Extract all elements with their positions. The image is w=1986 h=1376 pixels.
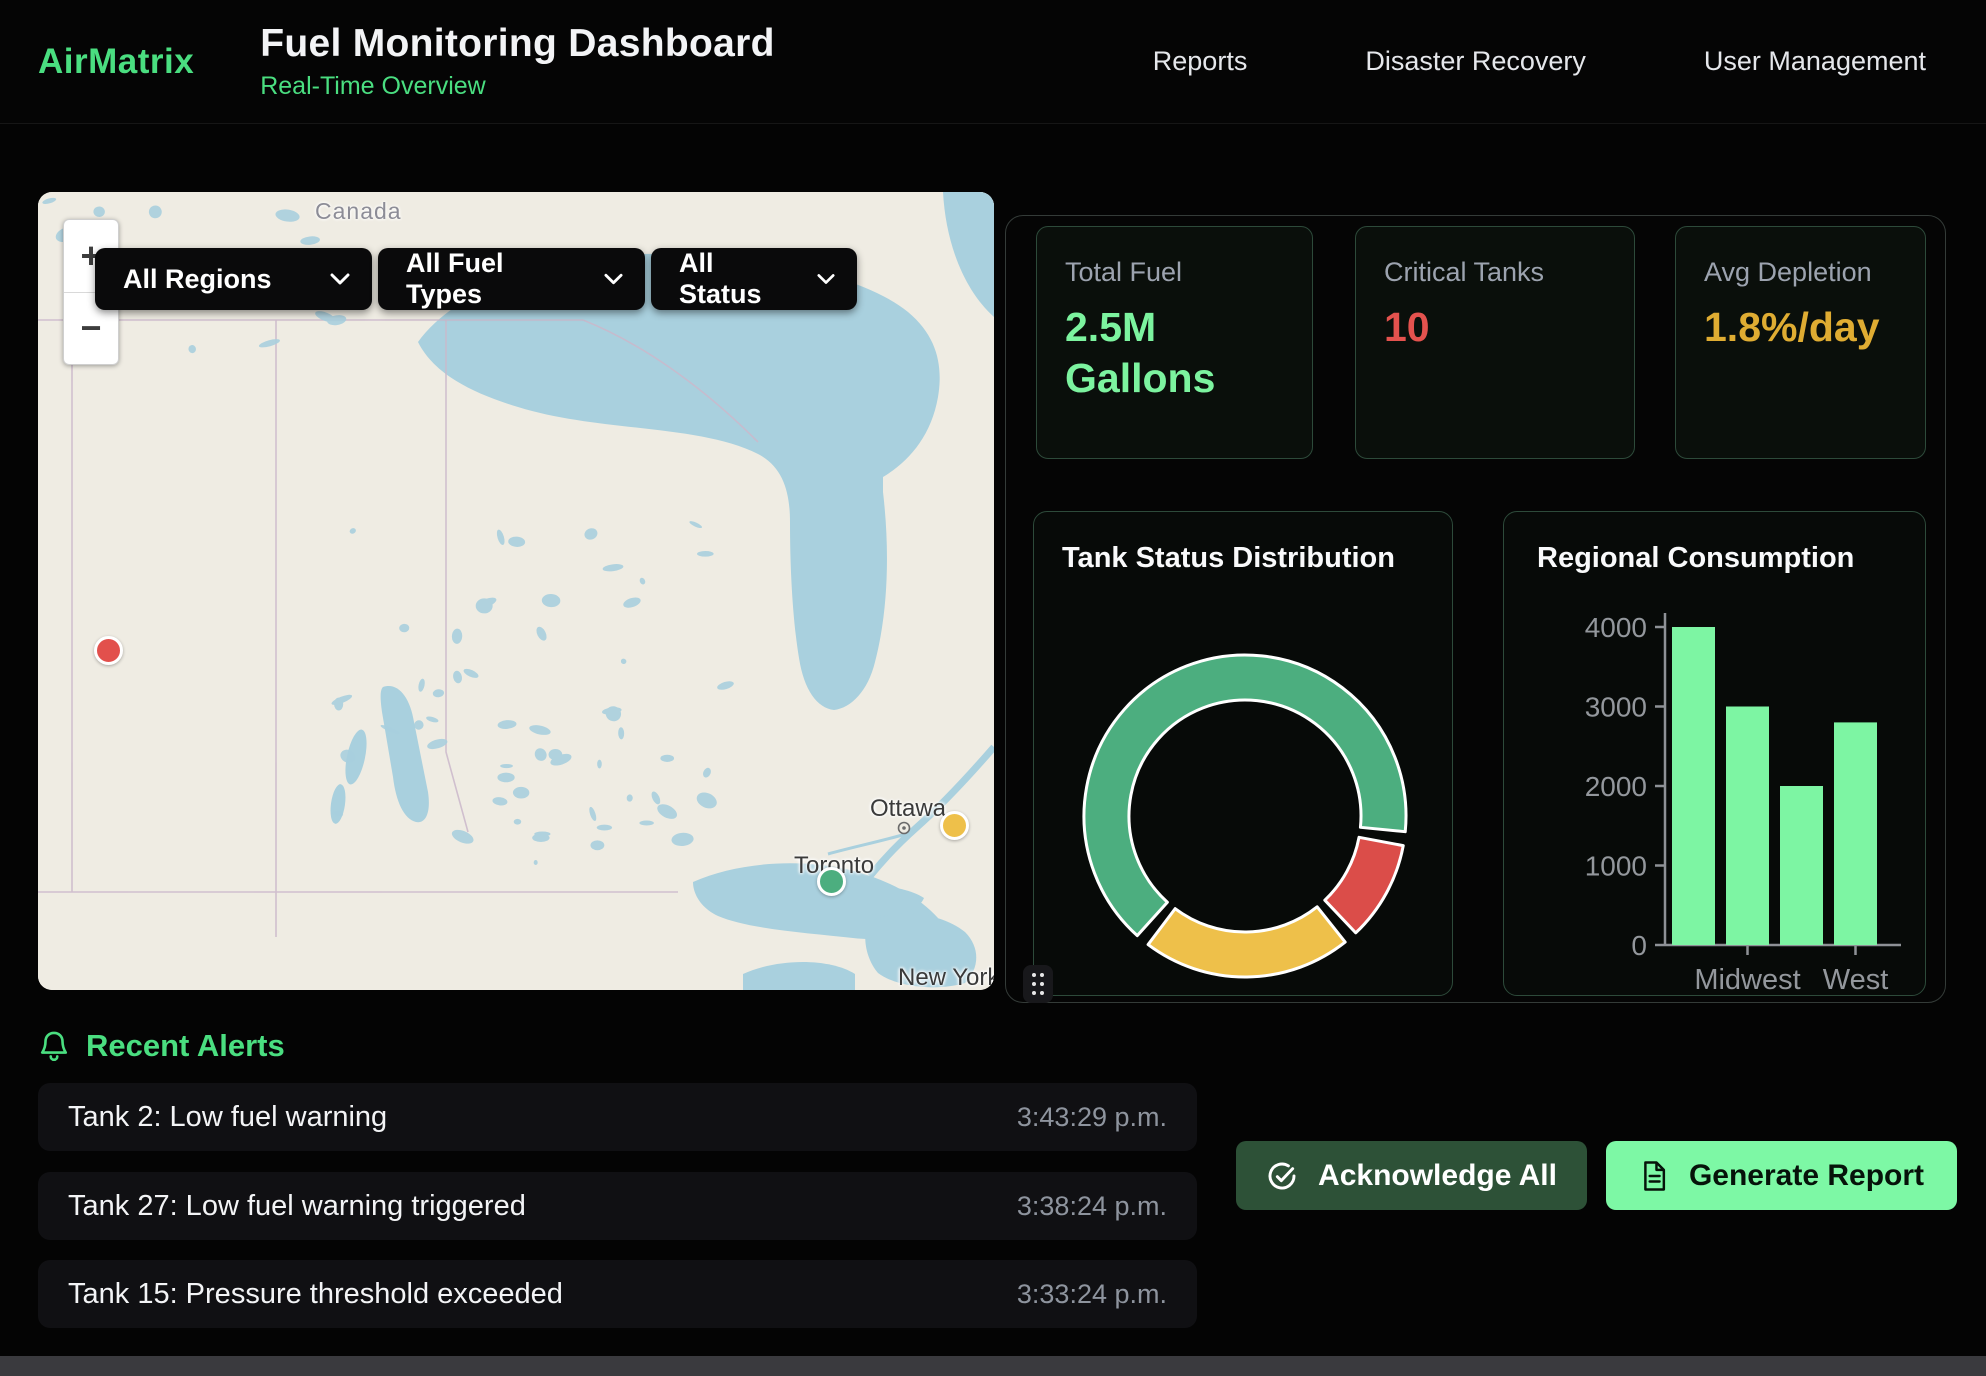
svg-text:West: West <box>1823 964 1889 996</box>
regional-consumption-card: Regional Consumption 0 1000 2000 3000 4000 Mi… <box>1503 511 1926 996</box>
stats-panel: Total Fuel 2.5M Gallons Critical Tanks 1… <box>1005 215 1946 1003</box>
alert-row[interactable]: Tank 2: Low fuel warning 3:43:29 p.m. <box>38 1083 1197 1151</box>
tank-marker-warning[interactable] <box>940 811 969 840</box>
chart-title: Tank Status Distribution <box>1062 542 1395 575</box>
acknowledge-all-button[interactable]: Acknowledge All <box>1236 1141 1587 1210</box>
svg-text:0: 0 <box>1631 930 1647 961</box>
map-city-label: Ottawa <box>870 795 946 823</box>
page-subtitle: Real-Time Overview <box>260 72 774 101</box>
kpi-label: Total Fuel <box>1065 257 1284 288</box>
regional-consumption-bars: 0 1000 2000 3000 4000 Midwest West <box>1504 512 1926 996</box>
svg-text:Midwest: Midwest <box>1694 964 1800 996</box>
app-header: AirMatrix Fuel Monitoring Dashboard Real… <box>0 0 1986 124</box>
page-title: Fuel Monitoring Dashboard <box>260 22 774 66</box>
chart-title: Regional Consumption <box>1537 542 1854 575</box>
svg-text:1000: 1000 <box>1585 851 1647 882</box>
chevron-down-icon <box>817 273 835 285</box>
kpi-value: 2.5M Gallons <box>1065 302 1284 405</box>
kpi-label: Avg Depletion <box>1704 257 1897 288</box>
region-filter-label: All Regions <box>123 264 272 295</box>
status-filter-label: All Status <box>679 248 791 310</box>
fuel-type-filter-label: All Fuel Types <box>406 248 578 310</box>
svg-text:4000: 4000 <box>1585 612 1647 643</box>
generate-report-label: Generate Report <box>1689 1159 1924 1193</box>
resize-handle[interactable] <box>1023 965 1053 1003</box>
drag-dots-icon <box>1030 971 1046 997</box>
svg-text:3000: 3000 <box>1585 692 1647 723</box>
fuel-map[interactable]: Canada + − All Regions All Fuel Types Al… <box>38 192 994 990</box>
tank-marker-critical[interactable] <box>94 636 123 665</box>
alert-row[interactable]: Tank 15: Pressure threshold exceeded 3:3… <box>38 1260 1197 1328</box>
alert-time: 3:33:24 p.m. <box>1017 1279 1167 1310</box>
kpi-value: 1.8%/day <box>1704 302 1897 353</box>
fuel-type-filter-dropdown[interactable]: All Fuel Types <box>378 248 645 310</box>
alert-text: Tank 27: Low fuel warning triggered <box>68 1190 526 1223</box>
alert-row[interactable]: Tank 27: Low fuel warning triggered 3:38… <box>38 1172 1197 1240</box>
kpi-value: 10 <box>1384 302 1606 353</box>
region-filter-dropdown[interactable]: All Regions <box>95 248 372 310</box>
horizontal-scrollbar[interactable] <box>0 1356 1986 1376</box>
tank-marker-normal[interactable] <box>817 867 846 896</box>
chevron-down-icon <box>330 273 350 285</box>
check-circle-icon <box>1266 1160 1298 1192</box>
page-title-block: Fuel Monitoring Dashboard Real-Time Over… <box>260 22 774 101</box>
tank-status-card: Tank Status Distribution <box>1033 511 1453 996</box>
nav-reports[interactable]: Reports <box>1153 46 1248 77</box>
report-file-icon <box>1639 1160 1669 1192</box>
alert-text: Tank 2: Low fuel warning <box>68 1101 387 1134</box>
acknowledge-all-label: Acknowledge All <box>1318 1159 1557 1193</box>
alert-time: 3:38:24 p.m. <box>1017 1191 1167 1222</box>
brand-logo: AirMatrix <box>38 42 194 82</box>
generate-report-button[interactable]: Generate Report <box>1606 1141 1957 1210</box>
recent-alerts-title: Recent Alerts <box>86 1028 285 1064</box>
kpi-card-avg-depletion: Avg Depletion 1.8%/day <box>1675 226 1926 459</box>
town-symbol-icon <box>896 820 912 836</box>
nav-disaster-recovery[interactable]: Disaster Recovery <box>1365 46 1586 77</box>
kpi-label: Critical Tanks <box>1384 257 1606 288</box>
alert-text: Tank 15: Pressure threshold exceeded <box>68 1278 563 1311</box>
main-nav: Reports Disaster Recovery User Managemen… <box>1153 46 1926 77</box>
status-filter-dropdown[interactable]: All Status <box>651 248 857 310</box>
bell-icon <box>38 1029 70 1063</box>
alert-time: 3:43:29 p.m. <box>1017 1102 1167 1133</box>
map-city-label: New York <box>898 964 994 990</box>
kpi-card-critical-tanks: Critical Tanks 10 <box>1355 226 1635 459</box>
chevron-down-icon <box>604 273 623 285</box>
svg-text:2000: 2000 <box>1585 771 1647 802</box>
nav-user-management[interactable]: User Management <box>1704 46 1926 77</box>
tank-status-donut <box>1034 512 1453 996</box>
recent-alerts-header: Recent Alerts <box>38 1028 285 1064</box>
kpi-card-total-fuel: Total Fuel 2.5M Gallons <box>1036 226 1313 459</box>
map-filters: All Regions All Fuel Types All Status <box>95 248 857 310</box>
map-country-label: Canada <box>315 198 402 225</box>
